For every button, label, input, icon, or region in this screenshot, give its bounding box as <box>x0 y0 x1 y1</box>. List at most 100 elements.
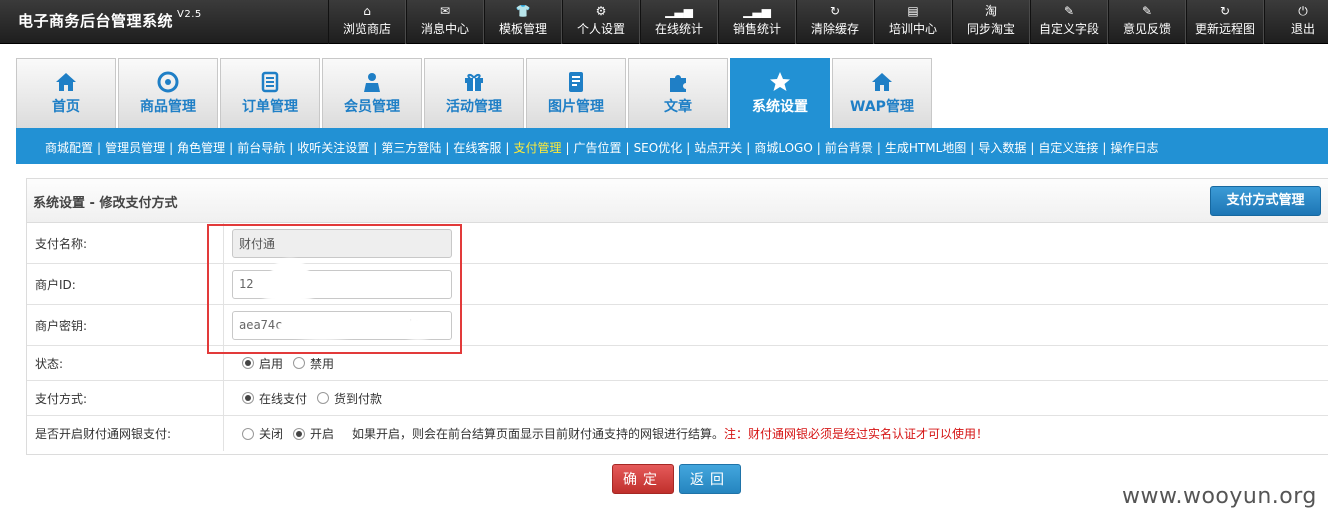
topnav-8[interactable]: 淘同步淘宝 <box>952 0 1030 44</box>
subnav-item-14[interactable]: 导入数据 <box>978 141 1026 155</box>
subnav-separator: | <box>686 141 691 155</box>
netbank-off-radio[interactable]: 关闭 <box>242 425 283 442</box>
subnav-separator: | <box>1102 141 1107 155</box>
subnav-item-16[interactable]: 操作日志 <box>1110 141 1158 155</box>
topnav-label: 浏览商店 <box>342 22 391 36</box>
topnav-0[interactable]: ⌂ 浏览商店 <box>328 0 406 44</box>
user-icon <box>323 59 421 95</box>
radio-dot <box>242 357 254 369</box>
subnav-item-6[interactable]: 在线客服 <box>453 141 501 155</box>
topnav-5[interactable]: ▁▃▅ 销售统计 <box>718 0 796 44</box>
radio-dot <box>242 392 254 404</box>
netbank-warning: 注：财付通网银必须是经过实名认证才可以使用！ <box>724 427 989 441</box>
home-icon <box>17 59 115 95</box>
tab-7[interactable]: 系统设置 <box>730 58 830 128</box>
subnav-item-11[interactable]: 商城LOGO <box>754 141 812 155</box>
tab-label: 订单管理 <box>242 99 298 115</box>
topnav-label: 培训中心 <box>888 22 937 36</box>
radio-dot <box>293 427 306 440</box>
topnav-label: 消息中心 <box>420 22 469 36</box>
pencil-icon: ✎ <box>1141 4 1153 18</box>
topnav-2[interactable]: 👕 模板管理 <box>484 0 562 44</box>
subnav-item-15[interactable]: 自定义连接 <box>1038 141 1098 155</box>
tab-label: 图片管理 <box>548 99 604 115</box>
tab-1[interactable]: 商品管理 <box>118 58 218 128</box>
panel-header: 系统设置 - 修改支付方式 支付方式管理 <box>27 179 1328 223</box>
topnav-7[interactable]: ▤ 培训中心 <box>874 0 952 44</box>
subnav-item-1[interactable]: 管理员管理 <box>105 141 165 155</box>
netbank-row: 是否开启财付通网银支付: 关闭 开启 如果开启，则会在前台结算页面显示目前财付通… <box>27 416 1328 451</box>
topnav-3[interactable]: ⚙ 个人设置 <box>562 0 640 44</box>
subnav-separator: | <box>876 141 881 155</box>
topnav-label: 意见反馈 <box>1122 22 1171 36</box>
highlight-box <box>207 224 462 354</box>
subnav-item-7[interactable]: 支付管理 <box>513 141 561 155</box>
subnav-item-13[interactable]: 生成HTML地图 <box>885 141 966 155</box>
topnav-10[interactable]: ✎ 意见反馈 <box>1108 0 1186 44</box>
pencil-icon: ✎ <box>1063 4 1075 18</box>
subnav-item-10[interactable]: 站点开关 <box>694 141 742 155</box>
payment-manage-button[interactable]: 支付方式管理 <box>1210 186 1321 216</box>
subnav-item-4[interactable]: 收听关注设置 <box>297 141 369 155</box>
subnav-item-2[interactable]: 角色管理 <box>177 141 225 155</box>
subnav-separator: | <box>289 141 294 155</box>
list-icon <box>221 59 319 95</box>
topnav-1[interactable]: ✉ 消息中心 <box>406 0 484 44</box>
pay-cod-radio[interactable]: 货到付款 <box>317 390 382 407</box>
subnav-separator: | <box>970 141 975 155</box>
confirm-button[interactable]: 确定 <box>612 464 674 494</box>
tab-6[interactable]: 文章 <box>628 58 728 128</box>
subnav-item-3[interactable]: 前台导航 <box>237 141 285 155</box>
topnav-label: 个人设置 <box>576 22 625 36</box>
subnav-item-0[interactable]: 商城配置 <box>45 141 93 155</box>
tab-2[interactable]: 订单管理 <box>220 58 320 128</box>
topnav-11[interactable]: ↻ 更新远程图 <box>1186 0 1264 44</box>
subnav-separator: | <box>169 141 174 155</box>
radio-label: 开启 <box>310 427 335 441</box>
status-enable-radio[interactable]: 启用 <box>242 355 283 372</box>
star-icon <box>731 59 829 95</box>
document-icon: ▤ <box>907 4 919 18</box>
tab-4[interactable]: 活动管理 <box>424 58 524 128</box>
radio-label: 在线支付 <box>259 391 308 406</box>
watermark: www.wooyun.org <box>1122 484 1317 509</box>
pay-online-radio[interactable]: 在线支付 <box>242 390 307 407</box>
subnav-item-8[interactable]: 广告位置 <box>574 141 622 155</box>
tab-5[interactable]: 图片管理 <box>526 58 626 128</box>
subnav-item-9[interactable]: SEO优化 <box>634 141 683 155</box>
top-bar: 电子商务后台管理系统 V2.5 ⌂ 浏览商店 ✉ 消息中心 👕 模板管理 ⚙ 个人设置 ▁▃▅ 在线… <box>0 0 1328 44</box>
subnav-separator: | <box>625 141 630 155</box>
subnav-separator: | <box>229 141 234 155</box>
form-actions: 确定 返回 <box>612 464 746 494</box>
subnav-separator: | <box>565 141 570 155</box>
tab-0[interactable]: 首页 <box>16 58 116 128</box>
topnav-9[interactable]: ✎ 自定义字段 <box>1030 0 1108 44</box>
subnav-item-5[interactable]: 第三方登陆 <box>381 141 441 155</box>
radio-dot <box>242 427 254 440</box>
netbank-on-radio[interactable]: 开启 <box>293 425 334 442</box>
netbank-hint: 如果开启，则会在前台结算页面显示目前财付通支持的网银进行结算。 <box>352 427 725 441</box>
topnav-label: 同步淘宝 <box>966 22 1015 36</box>
topnav-4[interactable]: ▁▃▅ 在线统计 <box>640 0 718 44</box>
topnav-12[interactable]: ⏻ 退出 <box>1264 0 1328 44</box>
topnav-6[interactable]: ↻ 清除缓存 <box>796 0 874 44</box>
subnav-item-12[interactable]: 前台背景 <box>825 141 873 155</box>
image-icon <box>527 59 625 95</box>
back-button[interactable]: 返回 <box>679 464 741 494</box>
status-disable-radio[interactable]: 禁用 <box>293 355 334 372</box>
taobao-icon: 淘 <box>984 4 997 18</box>
puzzle-icon <box>629 59 727 95</box>
subnav-separator: | <box>445 141 450 155</box>
refresh-icon: ↻ <box>829 4 841 18</box>
app-title: 电子商务后台管理系统 V2.5 <box>18 9 202 31</box>
gift-icon <box>425 59 523 95</box>
signal-icon: ▁▃▅ <box>665 4 693 18</box>
gear-icon: ⚙ <box>595 4 607 18</box>
tab-8[interactable]: WAP管理 <box>832 58 932 128</box>
main-tabs: 首页 商品管理 订单管理 会员管理 活动管理 图片管理 文章 系统设置 WAP管理 <box>16 58 934 128</box>
tab-3[interactable]: 会员管理 <box>322 58 422 128</box>
merchant-id-label: 商户ID: <box>27 264 224 304</box>
topnav-label: 更新远程图 <box>1194 22 1255 36</box>
sub-nav: 商城配置 | 管理员管理 | 角色管理 | 前台导航 | 收听关注设置 | 第三方登陆 | 在线客服 | 支… <box>16 128 1328 164</box>
tab-label: 首页 <box>52 99 80 115</box>
